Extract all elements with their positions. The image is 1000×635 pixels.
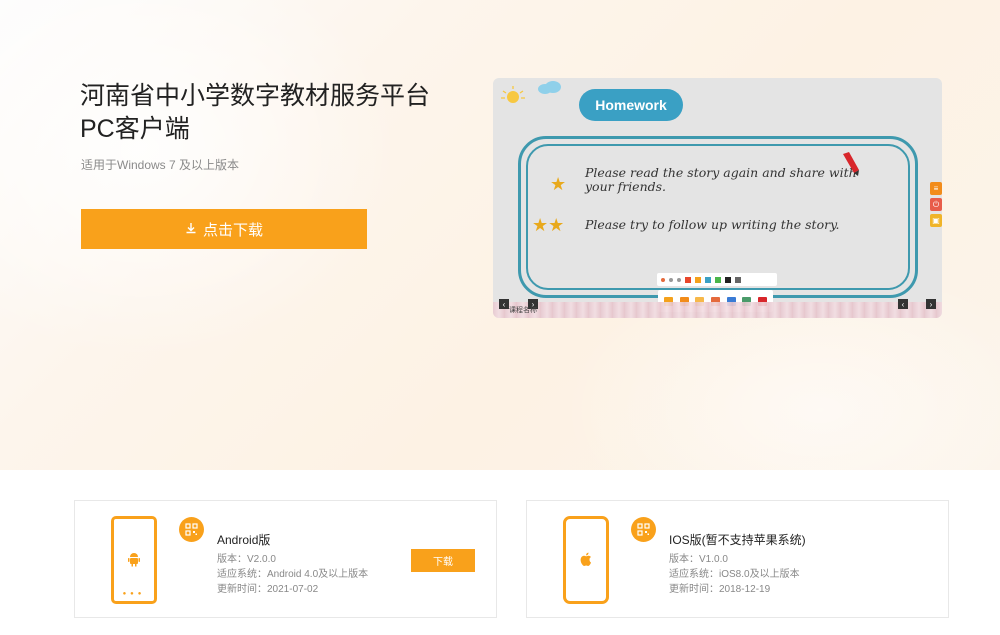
star-icon: ★	[550, 174, 567, 194]
ios-download-card: IOS版(暂不支持苹果系统) 版本：V1.0.0 适应系统：iOS8.0及以上版…	[526, 500, 949, 618]
homework-line-1: Please read the story again and share wi…	[585, 165, 857, 194]
preview-bottom-strip	[493, 302, 942, 318]
page-title-line1: 河南省中小学数字教材服务平台	[80, 82, 431, 110]
course-name-label: 课程名称	[509, 307, 537, 314]
palette-swatch-red[interactable]	[685, 276, 691, 283]
palette-dot[interactable]	[661, 277, 665, 282]
ios-updated: 更新时间：2018-12-19	[669, 584, 771, 595]
page-title: 河南省中小学数字教材服务平台 PC客户端	[80, 80, 430, 146]
image-icon[interactable]: ▣	[930, 214, 942, 227]
pc-download-button[interactable]: 点击下载	[81, 209, 367, 249]
apple-icon	[566, 551, 606, 572]
side-toolbar: ≡ ⏻ ▣	[930, 182, 942, 230]
palette-swatch-black[interactable]	[725, 276, 731, 283]
page-title-line2: PC客户端	[80, 115, 190, 143]
ios-phone-icon	[563, 516, 609, 604]
palette-dot[interactable]	[669, 277, 673, 282]
hero-section: 河南省中小学数字教材服务平台 PC客户端 适用于Windows 7 及以上版本 …	[0, 0, 1000, 470]
cloud-icon	[538, 81, 561, 94]
pc-download-label: 点击下载	[202, 221, 263, 239]
qr-code-icon[interactable]	[179, 517, 204, 542]
ios-card-title: IOS版(暂不支持苹果系统)	[669, 533, 806, 547]
homework-label: Homework	[579, 89, 683, 121]
double-star-icon: ★★	[532, 215, 565, 235]
power-icon[interactable]: ⏻	[930, 198, 942, 211]
android-card-title: Android版	[217, 533, 271, 547]
palette-swatch-gray[interactable]	[735, 276, 741, 283]
palette-swatch-orange[interactable]	[695, 276, 701, 283]
client-preview-image: Homework ★ Please read the story again a…	[493, 78, 942, 318]
qr-code-icon[interactable]	[631, 517, 656, 542]
homework-line-2: Please try to follow up writing the stor…	[585, 217, 840, 232]
android-phone-icon: ●●●	[111, 516, 157, 604]
palette-swatch-blue[interactable]	[705, 276, 711, 283]
ios-system: 适应系统：iOS8.0及以上版本	[669, 569, 800, 580]
page-subtitle: 适用于Windows 7 及以上版本	[81, 158, 240, 172]
sun-icon	[501, 86, 525, 103]
android-system: 适应系统：Android 4.0及以上版本	[217, 569, 369, 580]
menu-icon[interactable]: ≡	[930, 182, 942, 195]
hero-glow	[0, 0, 400, 360]
prev-page-icon-right[interactable]: ‹	[898, 299, 908, 309]
ios-version: 版本：V1.0.0	[669, 554, 728, 565]
android-updated: 更新时间：2021-07-02	[217, 584, 319, 595]
phone-dots: ●●●	[122, 591, 146, 597]
android-version: 版本：V2.0.0	[217, 554, 276, 565]
android-download-card: ●●● Android版 版本：V2.0.0 适应系统：Android 4.0及…	[74, 500, 497, 618]
palette-swatch-green[interactable]	[715, 276, 721, 283]
next-page-icon-right[interactable]: ›	[926, 299, 936, 309]
palette-dot[interactable]	[677, 277, 681, 282]
pencil-icon	[843, 152, 859, 176]
android-icon	[114, 551, 154, 572]
android-download-button[interactable]: 下载	[411, 549, 475, 572]
prev-page-icon[interactable]: ‹	[499, 299, 509, 309]
download-icon	[185, 222, 197, 237]
color-palette	[657, 273, 777, 286]
